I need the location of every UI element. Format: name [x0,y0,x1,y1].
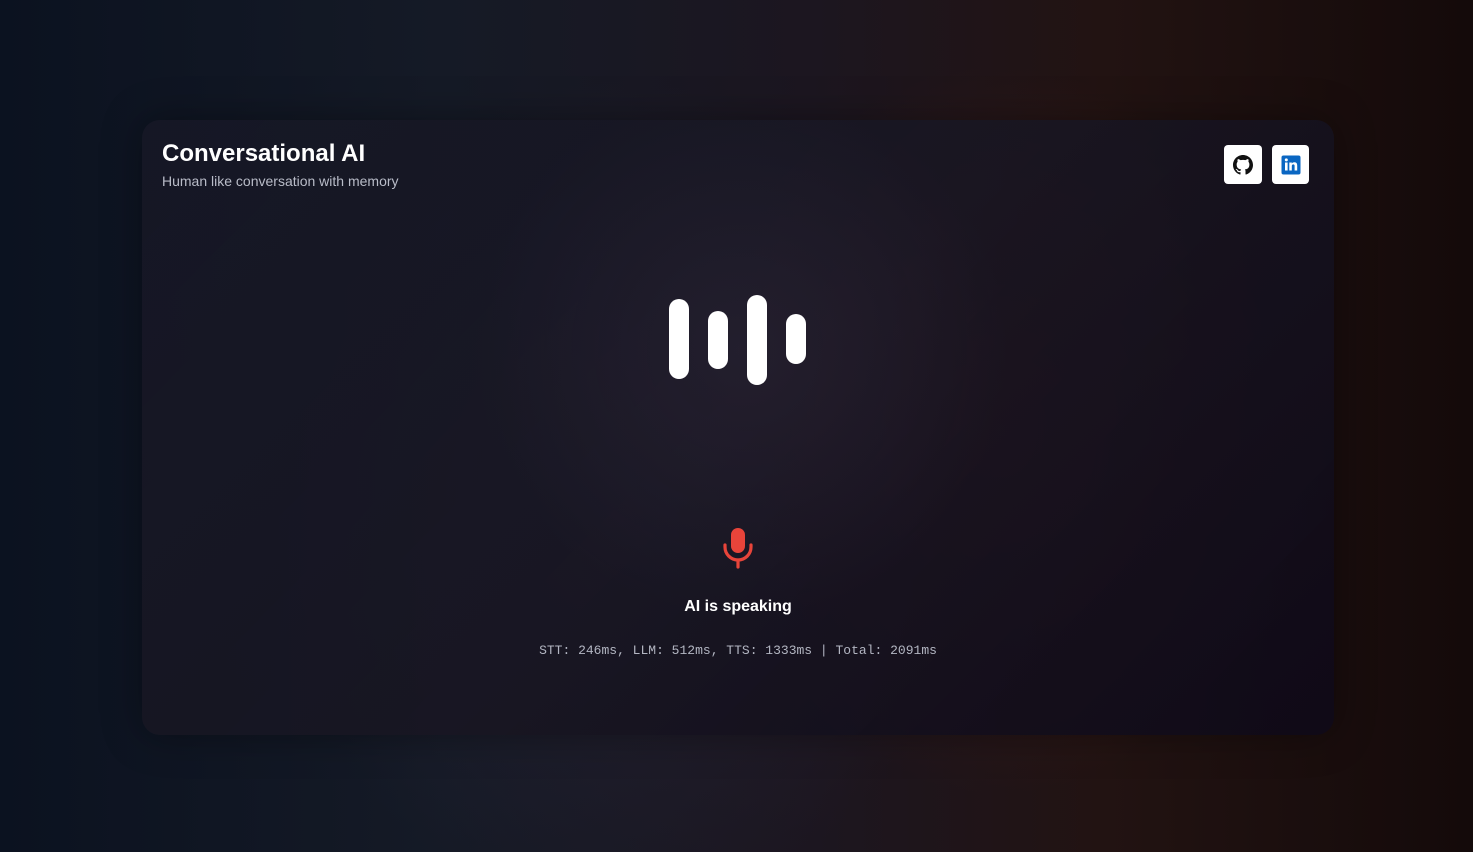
wave-bar [786,314,806,364]
audio-wave-icon [669,294,809,386]
status-text: AI is speaking [684,598,792,615]
page-subtitle: Human like conversation with memory [162,173,399,189]
linkedin-icon [1281,155,1300,174]
page-title: Conversational AI [162,140,366,167]
linkedin-link-button[interactable] [1272,145,1309,184]
github-icon [1233,154,1253,175]
github-link-button[interactable] [1224,145,1262,184]
wave-bar [747,295,767,385]
microphone-button[interactable] [718,526,758,570]
main-card: Conversational AI Human like conversatio… [142,120,1334,735]
latency-metrics: STT: 246ms, LLM: 512ms, TTS: 1333ms | To… [539,643,937,658]
wave-bar [708,311,728,369]
microphone-icon [723,528,753,569]
wave-bar [669,299,689,379]
